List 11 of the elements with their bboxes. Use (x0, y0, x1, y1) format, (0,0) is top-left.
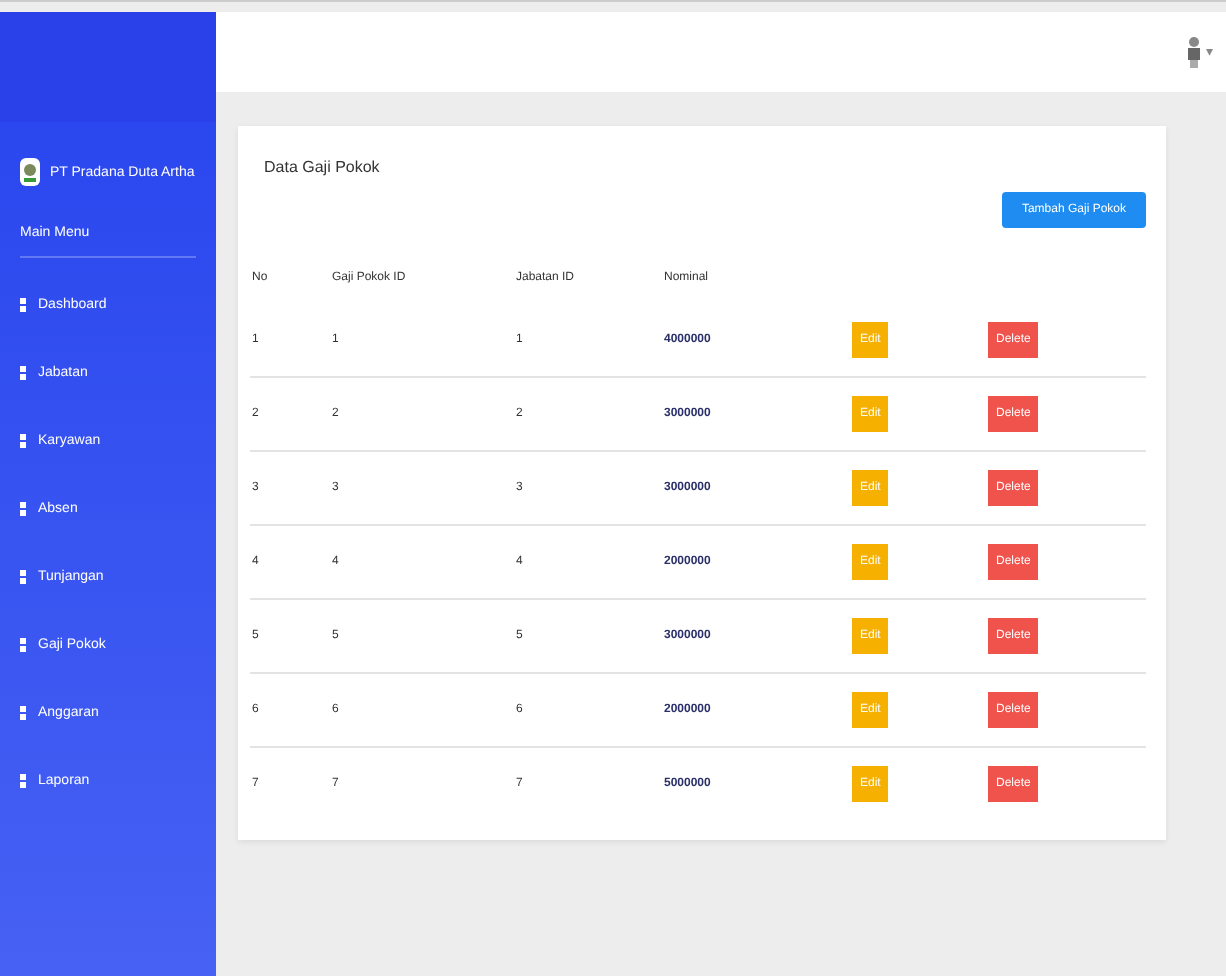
logo-icon (20, 158, 40, 186)
dots-icon (20, 773, 26, 787)
dots-icon (20, 705, 26, 719)
dots-icon (20, 569, 26, 583)
user-icon (1186, 36, 1202, 68)
dots-icon (20, 297, 26, 311)
dots-icon (20, 433, 26, 447)
card-title: Data Gaji Pokok (262, 158, 382, 176)
dots-icon (20, 501, 26, 515)
dots-icon (20, 365, 26, 379)
dots-icon (20, 637, 26, 651)
